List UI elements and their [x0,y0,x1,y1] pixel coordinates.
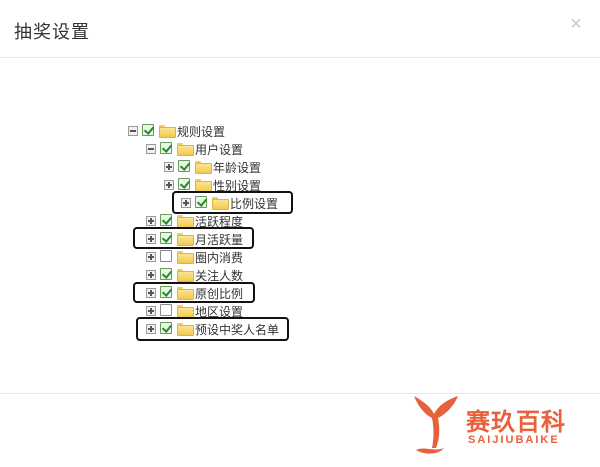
tree-node-label: 规则设置 [177,125,226,139]
tree-node-ratio-settings[interactable]: 比例设置 [181,194,291,212]
collapse-icon[interactable] [146,144,156,154]
folder-icon [177,251,194,264]
collapse-icon[interactable] [128,126,138,136]
checkbox-circle-spending[interactable] [160,250,172,262]
expand-icon[interactable] [164,180,174,190]
checkbox-rules[interactable] [142,124,154,136]
folder-icon [159,125,176,138]
expand-icon[interactable] [164,162,174,172]
checkbox-gender-settings[interactable] [178,178,190,190]
folder-icon [177,323,194,336]
checkbox-activity-level[interactable] [160,214,172,226]
checkbox-user-settings[interactable] [160,142,172,154]
tree-node-original-ratio[interactable]: 原创比例 [146,284,251,302]
tree-node-label: 月活跃量 [195,233,244,247]
checkbox-follower-count[interactable] [160,268,172,280]
expand-icon[interactable] [146,306,156,316]
folder-icon [195,161,212,174]
expand-icon[interactable] [146,270,156,280]
tree-node-preset-winners[interactable]: 预设中奖人名单 [146,320,286,338]
settings-tree: 规则设置 用户设置 年龄设置 性别设置 比例设置 活跃程度 月活跃量 圈内消费 … [0,0,600,400]
checkbox-original-ratio[interactable] [160,286,172,298]
checkbox-age-settings[interactable] [178,160,190,172]
tree-node-label: 圈内消费 [195,251,244,265]
folder-icon [177,215,194,228]
watermark-logo: 赛玖百科 SAIJIUBAIKE [410,388,600,460]
tree-node-label: 比例设置 [230,197,279,211]
tree-node-label: 预设中奖人名单 [195,323,280,337]
lottery-settings-dialog: 抽奖设置 × 规则设置 用户设置 年龄设置 性别设置 比例设置 活跃程度 月活跃… [0,0,600,467]
expand-icon[interactable] [146,234,156,244]
expand-icon[interactable] [146,324,156,334]
checkbox-region-settings[interactable] [160,304,172,316]
checkbox-ratio-settings[interactable] [195,196,207,208]
expand-icon[interactable] [146,288,156,298]
folder-icon [177,143,194,156]
checkbox-preset-winners[interactable] [160,322,172,334]
folder-icon [177,287,194,300]
folder-icon [177,269,194,282]
tree-node-circle-spending[interactable]: 圈内消费 [146,248,266,266]
tree-node-monthly-active[interactable]: 月活跃量 [146,230,251,248]
expand-icon[interactable] [181,198,191,208]
folder-icon [177,305,194,318]
tree-node-age-settings[interactable]: 年龄设置 [164,158,284,176]
tree-node-label: 年龄设置 [213,161,262,175]
expand-icon[interactable] [146,216,156,226]
watermark-name: 赛玖百科 [466,409,566,436]
tree-node-label: 原创比例 [195,287,244,301]
folder-icon [195,179,212,192]
expand-icon[interactable] [146,252,156,262]
tree-node-label: 用户设置 [195,143,244,157]
tree-node-user-settings[interactable]: 用户设置 [146,140,266,158]
checkbox-monthly-active[interactable] [160,232,172,244]
watermark-sub: SAIJIUBAIKE [468,434,560,446]
folder-icon [177,233,194,246]
folder-icon [212,197,229,210]
whale-tail-icon [414,396,458,454]
tree-node-rules[interactable]: 规则设置 [128,122,248,140]
